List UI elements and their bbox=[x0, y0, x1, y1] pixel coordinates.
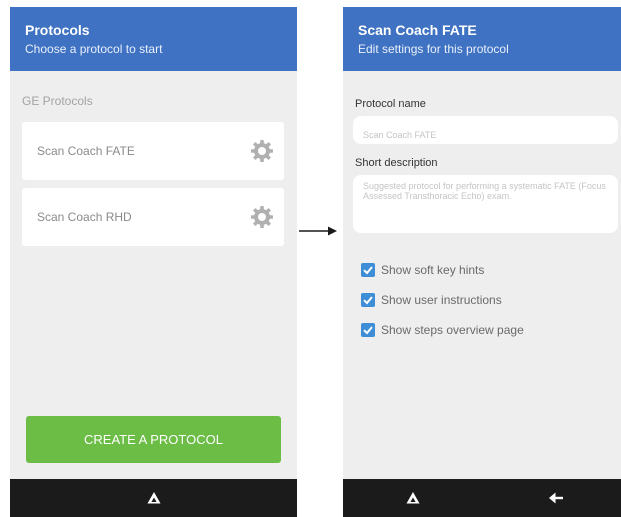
page-subtitle: Choose a protocol to start bbox=[25, 42, 163, 56]
checkmark-icon bbox=[363, 296, 373, 305]
navigation-bar bbox=[343, 479, 621, 517]
protocol-name-input[interactable] bbox=[363, 130, 608, 140]
section-label: GE Protocols bbox=[22, 94, 93, 108]
option-steps-overview[interactable]: Show steps overview page bbox=[361, 321, 524, 339]
short-description-field[interactable]: Suggested protocol for performing a syst… bbox=[353, 175, 618, 233]
protocol-card-rhd[interactable]: Scan Coach RHD bbox=[22, 188, 284, 246]
protocol-name: Scan Coach FATE bbox=[37, 144, 135, 158]
create-protocol-button[interactable]: CREATE A PROTOCOL bbox=[26, 416, 281, 463]
protocol-name: Scan Coach RHD bbox=[37, 210, 132, 224]
protocol-name-label: Protocol name bbox=[355, 98, 426, 110]
checkmark-icon bbox=[363, 266, 373, 275]
short-description-label: Short description bbox=[355, 157, 438, 169]
app-bar: Scan Coach FATE Edit settings for this p… bbox=[343, 7, 621, 71]
navigation-bar bbox=[10, 479, 297, 517]
edit-protocol-screen: Scan Coach FATE Edit settings for this p… bbox=[343, 7, 621, 517]
checkbox[interactable] bbox=[361, 293, 375, 307]
option-user-instructions[interactable]: Show user instructions bbox=[361, 291, 502, 309]
home-triangle-icon[interactable] bbox=[146, 490, 162, 506]
gear-icon[interactable] bbox=[250, 205, 274, 229]
checkmark-icon bbox=[363, 326, 373, 335]
protocol-name-field[interactable] bbox=[353, 116, 618, 144]
gear-icon[interactable] bbox=[250, 139, 274, 163]
transition-arrow-icon bbox=[299, 226, 337, 236]
app-bar: Protocols Choose a protocol to start bbox=[10, 7, 297, 71]
page-subtitle: Edit settings for this protocol bbox=[358, 42, 509, 56]
option-soft-key-hints[interactable]: Show soft key hints bbox=[361, 261, 484, 279]
page-title: Protocols bbox=[25, 22, 90, 38]
protocol-card-fate[interactable]: Scan Coach FATE bbox=[22, 122, 284, 180]
back-arrow-icon[interactable] bbox=[548, 490, 564, 506]
home-triangle-icon[interactable] bbox=[405, 490, 421, 506]
checkbox[interactable] bbox=[361, 323, 375, 337]
short-description-input[interactable]: Suggested protocol for performing a syst… bbox=[363, 181, 608, 221]
protocols-screen: Protocols Choose a protocol to start GE … bbox=[10, 7, 297, 517]
checkbox[interactable] bbox=[361, 263, 375, 277]
option-label: Show user instructions bbox=[381, 293, 502, 307]
option-label: Show steps overview page bbox=[381, 323, 524, 337]
option-label: Show soft key hints bbox=[381, 263, 485, 277]
page-title: Scan Coach FATE bbox=[358, 22, 477, 38]
